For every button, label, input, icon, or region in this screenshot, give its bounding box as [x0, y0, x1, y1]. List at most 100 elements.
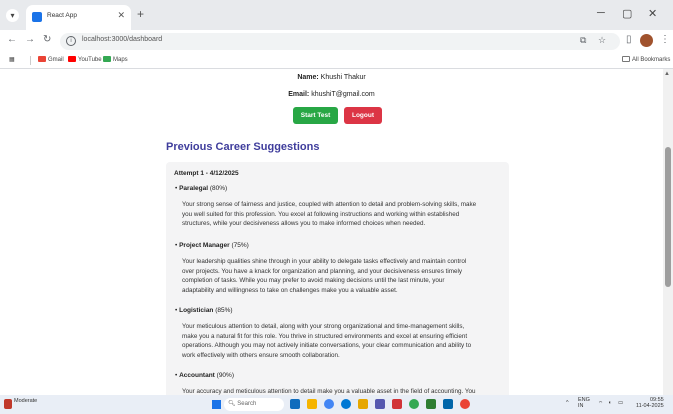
- teams-icon[interactable]: [375, 399, 385, 409]
- folder-app-icon[interactable]: [358, 399, 368, 409]
- desc-line: operations. Although you may not activel…: [182, 342, 472, 350]
- wifi-icon[interactable]: ⌔: [598, 400, 603, 407]
- battery-icon[interactable]: ▭: [618, 400, 623, 406]
- career-score: (85%): [215, 307, 233, 314]
- career-score: (80%): [209, 185, 228, 192]
- scroll-up-icon[interactable]: ▲: [664, 71, 670, 77]
- career-item-paralegal: • Paralegal (80%): [175, 185, 228, 192]
- profile-email: Email: khushiT@gmail.com: [0, 91, 663, 98]
- vscode-icon[interactable]: [443, 399, 453, 409]
- store-icon[interactable]: [409, 399, 419, 409]
- start-test-button[interactable]: Start Test: [293, 107, 338, 124]
- desc-line: Your leadership qualities shine through …: [182, 258, 467, 265]
- scrollbar-thumb[interactable]: [665, 147, 671, 287]
- bookmark-gmail[interactable]: Gmail: [38, 56, 64, 63]
- email-label: Email:: [288, 91, 310, 98]
- desc-line: adaptability and willingness to take on …: [182, 286, 398, 294]
- windows-start-icon[interactable]: [212, 400, 221, 409]
- chrome-alt-icon[interactable]: [460, 399, 470, 409]
- reload-icon[interactable]: ↻: [43, 34, 51, 45]
- bookmark-star-icon[interactable]: ☆: [598, 35, 606, 46]
- taskbar-search-input[interactable]: 🔍︎ Search: [224, 398, 284, 411]
- section-title: Previous Career Suggestions: [166, 141, 320, 153]
- attempt-label: Attempt 1 - 4/12/2025: [174, 170, 239, 177]
- site-info-icon[interactable]: i: [66, 36, 76, 46]
- maps-icon: [103, 56, 111, 62]
- desc-line: make you a natural fit for this role. Yo…: [182, 332, 468, 340]
- desc-line: over projects. You have a knack for orga…: [182, 267, 463, 275]
- email-value: khushiT@gmail.com: [311, 91, 375, 98]
- excel-icon[interactable]: [426, 399, 436, 409]
- os-taskbar: Moderate 🔍︎ Search ^ ENG IN ⌔ ◖ ▭ 09:55 11…: [0, 395, 673, 414]
- maximize-icon[interactable]: ▢: [622, 7, 632, 20]
- desc-line: completion of tasks. While you may prefe…: [182, 277, 445, 285]
- apps-grid-icon[interactable]: ▦: [9, 56, 15, 63]
- bookmarks-bar: ▦ Gmail YouTube Maps All Bookmarks: [0, 53, 673, 69]
- extensions-icon[interactable]: ▯: [626, 34, 632, 45]
- menu-dots-icon[interactable]: ⋮: [660, 34, 670, 45]
- bookmark-label: Maps: [113, 57, 128, 63]
- career-name: Paralegal: [179, 185, 209, 192]
- name-value: Khushi Thakur: [320, 74, 366, 81]
- career-score: (90%): [216, 372, 234, 379]
- desc-line: Your meticulous attention to detail, alo…: [182, 323, 465, 330]
- folder-icon: [622, 56, 630, 62]
- career-item-project-manager: • Project Manager (75%): [175, 242, 249, 249]
- back-icon[interactable]: ←: [7, 34, 17, 45]
- gmail-icon: [38, 56, 46, 62]
- career-desc: Your leadership qualities shine through …: [182, 257, 504, 295]
- taskview-icon[interactable]: [290, 399, 300, 409]
- career-item-logistician: • Logistician (85%): [175, 307, 233, 314]
- search-icon: 🔍︎: [228, 401, 236, 407]
- career-name: Accountant: [179, 372, 215, 379]
- profile-name: Name: Khushi Thakur: [0, 74, 663, 81]
- bookmark-youtube[interactable]: YouTube: [68, 56, 102, 63]
- attempt-card: Attempt 1 - 4/12/2025 • Paralegal (80%) …: [166, 162, 509, 395]
- address-bar-row: ← → ↻ i localhost:3000/dashboard ⧉ ☆ ▯ ⋮: [0, 30, 673, 53]
- desc-line: you well suited for this profession. You…: [182, 210, 460, 218]
- desc-line: structures, while your decisiveness allo…: [182, 220, 426, 228]
- page-content: Name: Khushi Thakur Email: khushiT@gmail…: [0, 69, 663, 395]
- lang-region-text: IN: [578, 403, 584, 409]
- search-placeholder: Search: [237, 401, 257, 407]
- tab-search-icon[interactable]: ▾: [6, 9, 19, 22]
- new-tab-icon[interactable]: +: [137, 7, 144, 21]
- bookmark-maps[interactable]: Maps: [103, 56, 128, 63]
- bookmark-label: YouTube: [78, 57, 102, 63]
- career-item-accountant: • Accountant (90%): [175, 372, 234, 379]
- url-text: localhost:3000/dashboard: [82, 36, 163, 43]
- all-bookmarks[interactable]: All Bookmarks: [622, 56, 670, 63]
- install-app-icon[interactable]: ⧉: [580, 35, 586, 46]
- office-icon[interactable]: [392, 399, 402, 409]
- minimize-icon[interactable]: ─: [597, 7, 605, 19]
- page-scrollbar[interactable]: ▲: [663, 69, 673, 395]
- react-favicon-icon: [32, 12, 42, 22]
- chrome-icon[interactable]: [324, 399, 334, 409]
- name-label: Name:: [297, 74, 319, 81]
- volume-icon[interactable]: ◖: [608, 400, 611, 406]
- profile-avatar-icon[interactable]: [640, 34, 653, 47]
- edge-icon[interactable]: [341, 399, 351, 409]
- bookmarks-separator: [30, 56, 31, 65]
- tray-chevron-icon[interactable]: ^: [566, 400, 569, 406]
- date-text: 11-04-2025: [636, 403, 664, 409]
- desc-line: Your accuracy and meticulous attention t…: [182, 388, 476, 395]
- desc-line: Your strong sense of fairness and justic…: [182, 201, 477, 208]
- file-explorer-icon[interactable]: [307, 399, 317, 409]
- bookmark-label: Gmail: [48, 57, 64, 63]
- all-bookmarks-label: All Bookmarks: [632, 57, 671, 63]
- forward-icon[interactable]: →: [25, 34, 35, 45]
- url-input[interactable]: i localhost:3000/dashboard ⧉ ☆: [60, 33, 620, 50]
- tab-title: React App: [47, 12, 77, 19]
- clock[interactable]: 09:55 11-04-2025: [636, 397, 664, 409]
- close-window-icon[interactable]: ✕: [648, 7, 657, 20]
- career-desc: Your accuracy and meticulous attention t…: [182, 387, 504, 395]
- youtube-icon: [68, 56, 76, 62]
- weather-icon[interactable]: [4, 399, 12, 409]
- career-desc: Your meticulous attention to detail, alo…: [182, 322, 504, 360]
- logout-button[interactable]: Logout: [344, 107, 382, 124]
- browser-tab-bar: ▾ React App ✕ + ─ ▢ ✕: [0, 0, 673, 30]
- browser-tab[interactable]: React App ✕: [26, 5, 131, 30]
- close-tab-icon[interactable]: ✕: [117, 10, 125, 21]
- language-indicator[interactable]: ENG IN: [578, 397, 590, 409]
